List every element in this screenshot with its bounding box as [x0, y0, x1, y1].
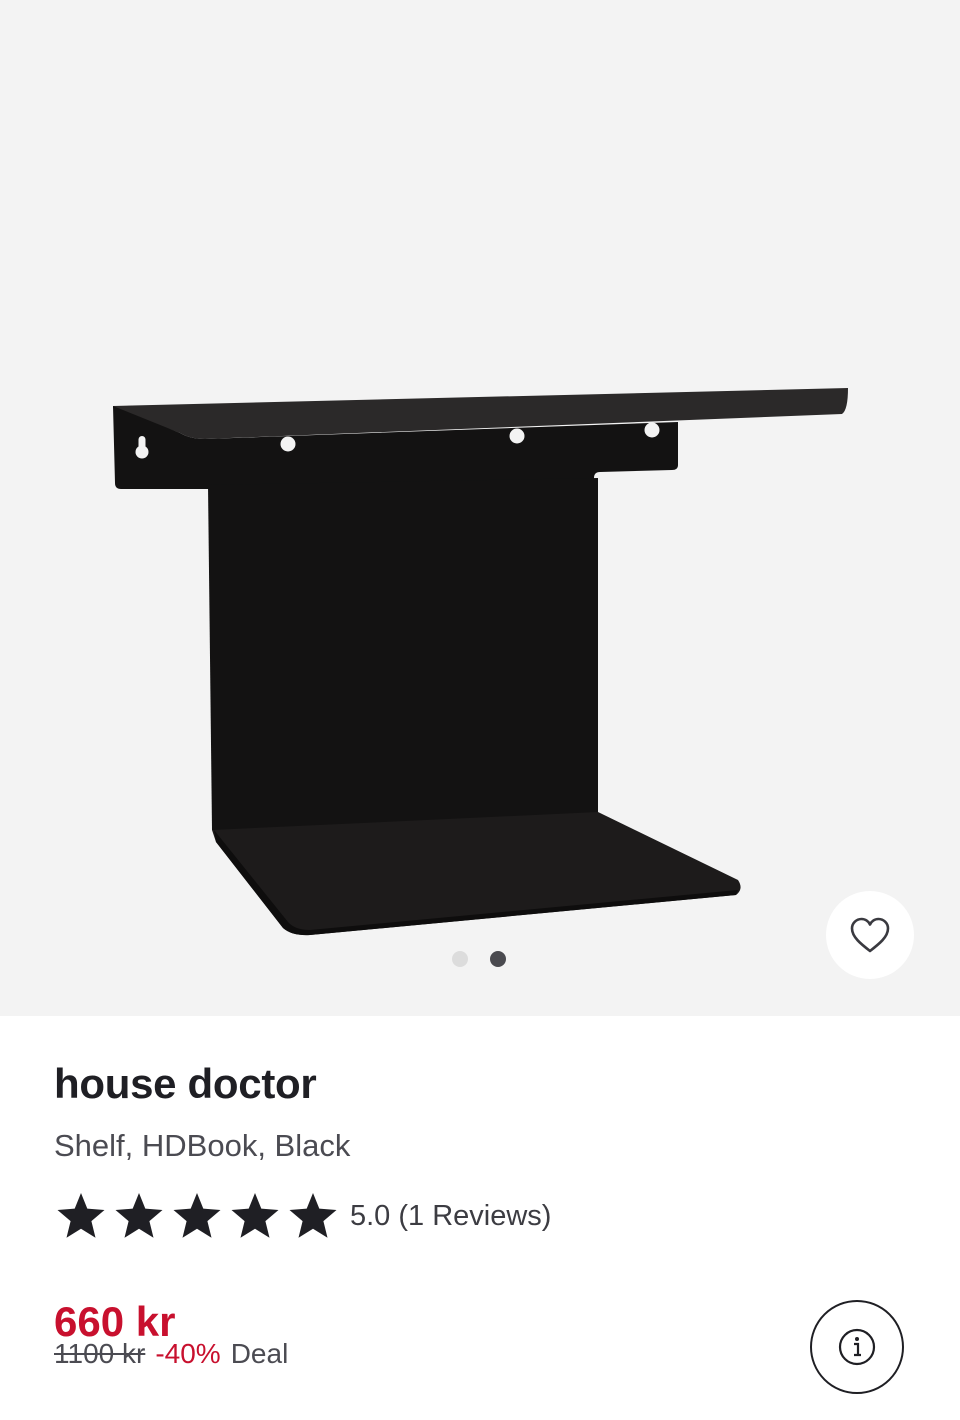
discount-badge: -40%: [155, 1338, 221, 1369]
heart-icon: [850, 917, 890, 953]
old-price: 1100 kr: [54, 1338, 146, 1369]
deal-label: Deal: [230, 1338, 289, 1369]
info-icon: [838, 1328, 876, 1366]
carousel-dot-active[interactable]: [490, 951, 506, 967]
rating-row[interactable]: 5.0 (1 Reviews): [54, 1191, 551, 1241]
star-icon: [54, 1191, 108, 1241]
product-name: Shelf, HDBook, Black: [54, 1128, 351, 1163]
brand-name[interactable]: house doctor: [54, 1058, 317, 1110]
product-page: house doctor Shelf, HDBook, Black 5.0 (1…: [0, 0, 960, 1420]
favorite-button[interactable]: [826, 891, 914, 979]
star-icon: [286, 1191, 340, 1241]
product-image-gallery[interactable]: [0, 0, 960, 1016]
product-image: [113, 388, 848, 936]
star-icon: [228, 1191, 282, 1241]
star-icon: [112, 1191, 166, 1241]
rating-summary[interactable]: 5.0 (1 Reviews): [350, 1196, 551, 1236]
carousel-dot[interactable]: [452, 951, 468, 967]
star-icon: [170, 1191, 224, 1241]
price-comparison-row: 1100 kr -40% Deal: [54, 1334, 288, 1374]
product-details: house doctor Shelf, HDBook, Black 5.0 (1…: [0, 1016, 960, 1420]
carousel-dots: [452, 951, 506, 967]
price-info-button[interactable]: [810, 1300, 904, 1394]
rating-stars: [54, 1191, 340, 1241]
